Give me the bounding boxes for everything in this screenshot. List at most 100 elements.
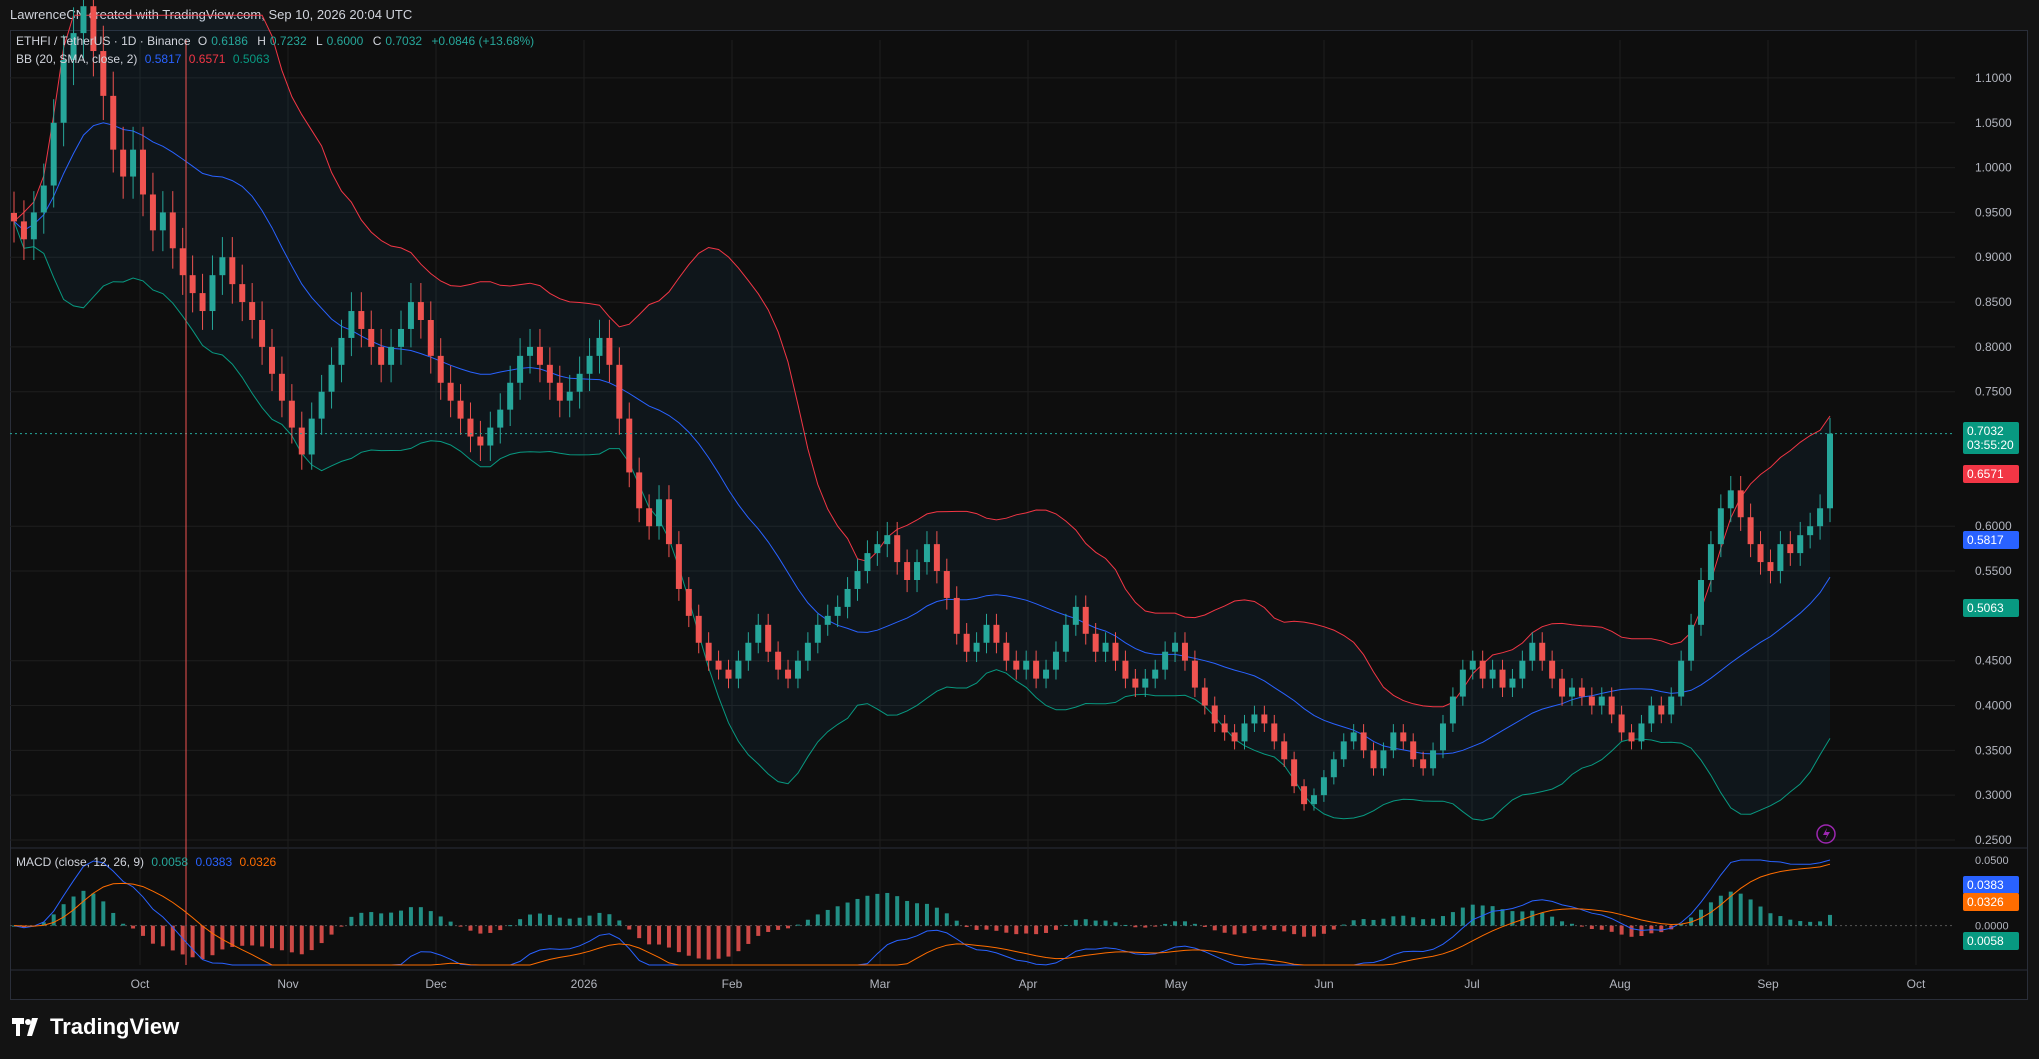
tradingview-logo-icon <box>12 1018 38 1036</box>
price-chart[interactable]: 1.1000 1.0500 1.0000 0.9500 0.9000 0.8500 0.80… <box>0 0 2039 1000</box>
candle-body <box>447 382 454 401</box>
candle-body <box>120 149 127 177</box>
macd-hist-bar <box>408 907 413 926</box>
upper-band-tag: 0.6571 <box>1963 465 2019 483</box>
candle-body <box>1330 759 1337 778</box>
candle-body <box>715 660 722 670</box>
candle-body <box>1320 777 1327 796</box>
macd-hist-bar <box>855 898 860 926</box>
macd-tick-label: 0.0000 <box>1975 921 2009 933</box>
tradingview-logo[interactable]: TradingView <box>12 1014 179 1040</box>
candle-body <box>824 615 831 625</box>
macd-hist-bar <box>379 913 384 926</box>
macd-hist-bar <box>250 925 255 946</box>
macd-signal-line <box>13 863 1831 966</box>
macd-hist-bar <box>875 893 880 926</box>
time-tick-label: Oct <box>1907 977 1926 991</box>
macd-hist-bar <box>547 914 552 926</box>
macd-hist-bar <box>726 925 731 957</box>
bb-label[interactable]: BB (20, SMA, close, 2) <box>16 52 137 66</box>
candle-body <box>427 320 434 356</box>
candle-body <box>219 257 226 276</box>
macd-hist-bar <box>1053 925 1058 930</box>
lightning-icon-glyph <box>1823 828 1830 840</box>
macd-hist-bar <box>1758 906 1763 926</box>
macd-hist-bar <box>1629 925 1634 937</box>
candle-body <box>1142 678 1149 688</box>
macd-hist-bar <box>1292 925 1297 935</box>
candle-body <box>1092 633 1099 652</box>
candle-body <box>1588 696 1595 706</box>
macd-hist-bar <box>359 912 364 926</box>
candle-body <box>1449 696 1456 724</box>
bar-countdown: 03:55:20 <box>1967 438 2014 452</box>
candle-body <box>1777 544 1784 572</box>
macd-hist-bar <box>567 918 572 926</box>
candle-body <box>507 382 514 410</box>
candle-body <box>169 212 176 249</box>
macd-tick-label: 0.0500 <box>1975 855 2009 867</box>
time-tick-label: Dec <box>425 977 446 991</box>
candle-body <box>1638 723 1645 742</box>
macd-hist-bar <box>1738 893 1743 926</box>
price-tick-label: 1.0000 <box>1975 161 2012 175</box>
macd-hist-bar <box>91 893 96 926</box>
macd-line-value: 0.0383 <box>195 855 233 869</box>
candle-body <box>1211 705 1218 724</box>
price-tick-label: 0.9000 <box>1975 250 2012 264</box>
macd-hist-bar <box>1272 925 1277 931</box>
symbol-name[interactable]: ETHFI / TetherUS · 1D · Binance <box>16 34 191 48</box>
candle-body <box>566 391 573 401</box>
macd-label[interactable]: MACD (close, 12, 26, 9) <box>16 855 144 869</box>
macd-hist-bar <box>1024 925 1029 934</box>
candle-body <box>973 642 980 652</box>
time-tick-label: Sep <box>1757 977 1779 991</box>
candle-body <box>1301 786 1308 805</box>
macd-hist-bar <box>1530 910 1535 926</box>
candle-body <box>1122 660 1129 679</box>
time-tick-label: Oct <box>131 977 150 991</box>
candle-body <box>348 311 355 338</box>
macd-hist-bar <box>1569 923 1574 926</box>
macd-hist-bar <box>1252 925 1257 931</box>
candle-body <box>596 337 603 356</box>
candle-body <box>1747 517 1754 545</box>
candle-body <box>417 302 424 320</box>
macd-hist-bar <box>428 911 433 926</box>
candle-body <box>130 149 137 177</box>
macd-hist-bar <box>1093 920 1098 926</box>
macd-hist-bar <box>557 917 562 926</box>
candle-body <box>1757 544 1764 563</box>
symbol-legend: ETHFI / TetherUS · 1D · Binance O 0.6186 … <box>16 34 538 48</box>
candle-body <box>1003 642 1010 661</box>
candle-body <box>1281 741 1288 760</box>
macd-hist-bar <box>448 921 453 926</box>
macd-hist-bar <box>706 925 711 960</box>
macd-hist-bar <box>1440 916 1445 926</box>
macd-hist-bar <box>1163 923 1168 926</box>
candle-body <box>1797 535 1804 554</box>
macd-hist-bar <box>518 919 523 926</box>
legend-close: 0.7032 <box>385 34 423 48</box>
macd-hist-bar <box>577 917 582 926</box>
macd-hist-bar <box>686 925 691 956</box>
candle-body <box>477 436 484 446</box>
macd-hist-bar <box>1421 919 1426 926</box>
macd-hist-bar <box>885 892 890 926</box>
candle-body <box>497 409 504 428</box>
candle-body <box>1608 696 1615 715</box>
macd-hist-bar <box>657 925 662 945</box>
candle-body <box>1221 723 1228 733</box>
macd-hist-bar <box>905 900 910 926</box>
price-tick-label: 1.1000 <box>1975 71 2012 85</box>
macd-hist-bar <box>537 913 542 926</box>
candle-body <box>30 212 37 240</box>
legend-low: 0.6000 <box>326 34 364 48</box>
candle-body <box>1519 660 1526 679</box>
candle-body <box>1162 651 1169 670</box>
macd-hist-bar <box>1391 916 1396 926</box>
macd-hist-bar <box>399 910 404 926</box>
candle-body <box>685 588 692 616</box>
macd-hist-bar <box>508 925 513 927</box>
macd-hist-bar <box>954 920 959 926</box>
